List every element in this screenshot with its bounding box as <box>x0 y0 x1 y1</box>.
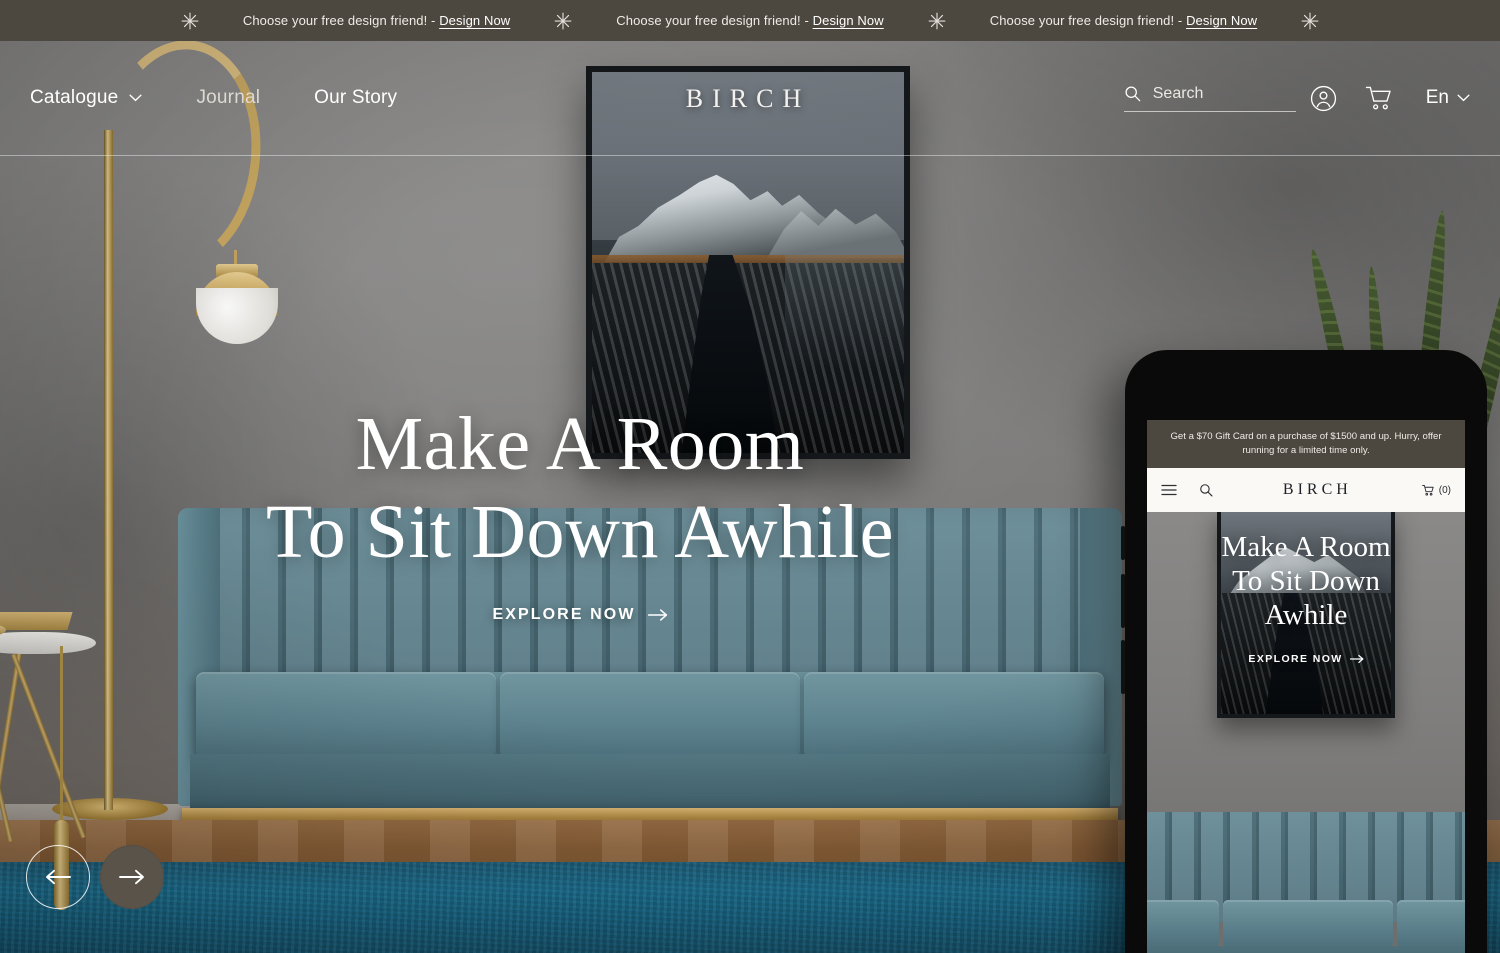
sparkle-icon <box>1301 12 1319 29</box>
chevron-down-icon <box>129 94 142 102</box>
nav-item-catalogue[interactable]: Catalogue <box>30 87 142 109</box>
account-button[interactable] <box>1296 76 1352 120</box>
phone-volume-up-button <box>1121 574 1125 628</box>
mobile-hero-line-1: Make A Room <box>1221 531 1391 563</box>
carousel-prev-button[interactable] <box>26 845 90 909</box>
arrow-right-icon <box>1349 654 1364 663</box>
design-now-link[interactable]: Design Now <box>813 13 884 28</box>
mobile-hero: Make A Room To Sit Down Awhile EXPLORE N… <box>1147 512 1465 953</box>
phone-volume-down-button <box>1121 640 1125 694</box>
mobile-header: BIRCH (0) <box>1147 468 1465 512</box>
nav-item-label: Journal <box>196 87 261 108</box>
mobile-hero-line-2: To Sit Down <box>1232 565 1380 598</box>
phone-screen: Get a $70 Gift Card on a purchase of $15… <box>1147 420 1465 953</box>
nav-utilities: En <box>1123 76 1470 120</box>
mobile-announcement-banner: Get a $70 Gift Card on a purchase of $15… <box>1147 420 1465 468</box>
explore-now-label: EXPLORE NOW <box>492 606 636 624</box>
mobile-cart-count: (0) <box>1438 484 1451 496</box>
announcement-text: Choose your free design friend! - <box>616 13 813 28</box>
user-account-icon <box>1311 85 1337 111</box>
announcement-bar: Choose your free design friend! - Design… <box>0 0 1500 41</box>
mobile-hero-heading: Make A Room To Sit Down Awhile <box>1147 530 1465 633</box>
announcement-ticker: Choose your free design friend! - Design… <box>181 12 1319 30</box>
announcement-message: Choose your free design friend! - Design… <box>990 13 1257 28</box>
nav-item-label: Catalogue <box>30 87 119 108</box>
mobile-sofa-cushion <box>1223 900 1393 948</box>
language-label: En <box>1425 87 1449 108</box>
shopping-cart-icon <box>1421 484 1434 496</box>
mobile-sofa-cushion <box>1147 900 1219 948</box>
design-now-link[interactable]: Design Now <box>439 13 510 28</box>
sparkle-icon <box>554 12 572 29</box>
arrow-right-icon <box>647 609 667 621</box>
design-now-link[interactable]: Design Now <box>1186 13 1257 28</box>
mobile-hero-line-3: Awhile <box>1264 599 1348 632</box>
cart-button[interactable] <box>1352 76 1408 120</box>
mobile-logo[interactable]: BIRCH <box>1213 481 1422 499</box>
search-icon[interactable] <box>1199 483 1213 497</box>
nav-links: Catalogue Journal Our Story <box>30 87 397 109</box>
announcement-message: Choose your free design friend! - Design… <box>616 13 883 28</box>
mobile-explore-now-button[interactable]: EXPLORE NOW <box>1248 652 1364 665</box>
page-root: Choose your free design friend! - Design… <box>0 0 1500 953</box>
nav-item-journal[interactable]: Journal <box>196 87 260 109</box>
shopping-cart-icon <box>1366 86 1391 109</box>
arrow-right-icon <box>119 869 144 885</box>
language-selector[interactable]: En <box>1426 87 1470 109</box>
site-logo[interactable]: BIRCH <box>586 84 910 114</box>
search-icon <box>1125 86 1141 102</box>
hamburger-menu-icon[interactable] <box>1161 484 1177 496</box>
search-field-wrapper[interactable] <box>1123 84 1296 112</box>
announcement-text: Choose your free design friend! - <box>989 13 1187 28</box>
nav-item-our-story[interactable]: Our Story <box>314 87 397 109</box>
mobile-explore-now-label: EXPLORE NOW <box>1248 652 1343 665</box>
carousel-next-button[interactable] <box>100 845 164 909</box>
announcement-text: Choose your free design friend! - <box>242 13 440 28</box>
sparkle-icon <box>181 12 199 29</box>
announcement-message: Choose your free design friend! - Design… <box>243 13 510 28</box>
chevron-down-icon <box>1457 94 1470 102</box>
arrow-left-icon <box>46 869 71 885</box>
carousel-controls <box>26 845 164 909</box>
header-divider <box>0 155 1500 156</box>
nav-item-label: Our Story <box>314 87 398 108</box>
search-input[interactable] <box>1152 84 1283 103</box>
phone-mockup: Get a $70 Gift Card on a purchase of $15… <box>1121 350 1487 953</box>
phone-mute-switch <box>1121 526 1125 560</box>
mobile-cart-button[interactable]: (0) <box>1421 484 1451 497</box>
explore-now-button[interactable]: EXPLORE NOW <box>492 606 667 624</box>
mobile-hero-content: Make A Room To Sit Down Awhile EXPLORE N… <box>1147 530 1465 667</box>
sparkle-icon <box>928 12 946 29</box>
mobile-sofa-cushion <box>1397 900 1465 948</box>
mobile-sofa-apron <box>1147 946 1465 953</box>
